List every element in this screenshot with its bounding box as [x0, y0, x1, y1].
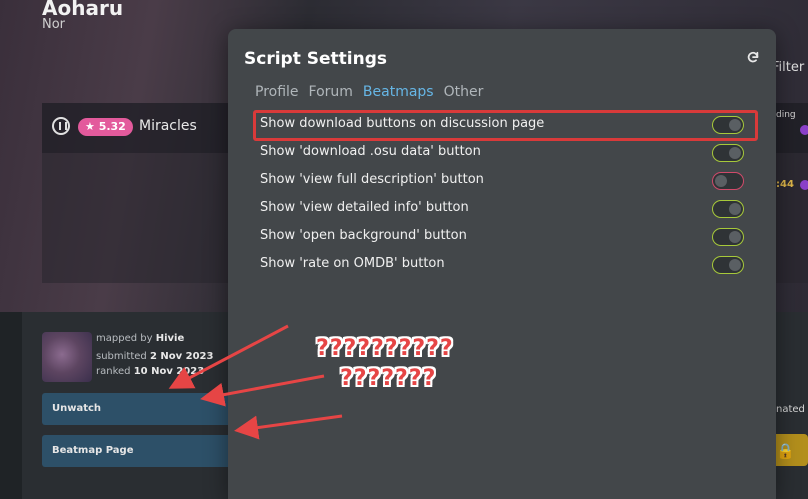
arrow-to-beatmap-page: [234, 414, 343, 440]
annotation-line-2: ???????: [340, 366, 437, 391]
arrow-to-unwatch: [168, 324, 289, 389]
annotation-arrows: [168, 324, 343, 440]
arrow-to-unwatch-2: [200, 374, 325, 407]
annotation-line-1: ??????????: [316, 336, 454, 361]
